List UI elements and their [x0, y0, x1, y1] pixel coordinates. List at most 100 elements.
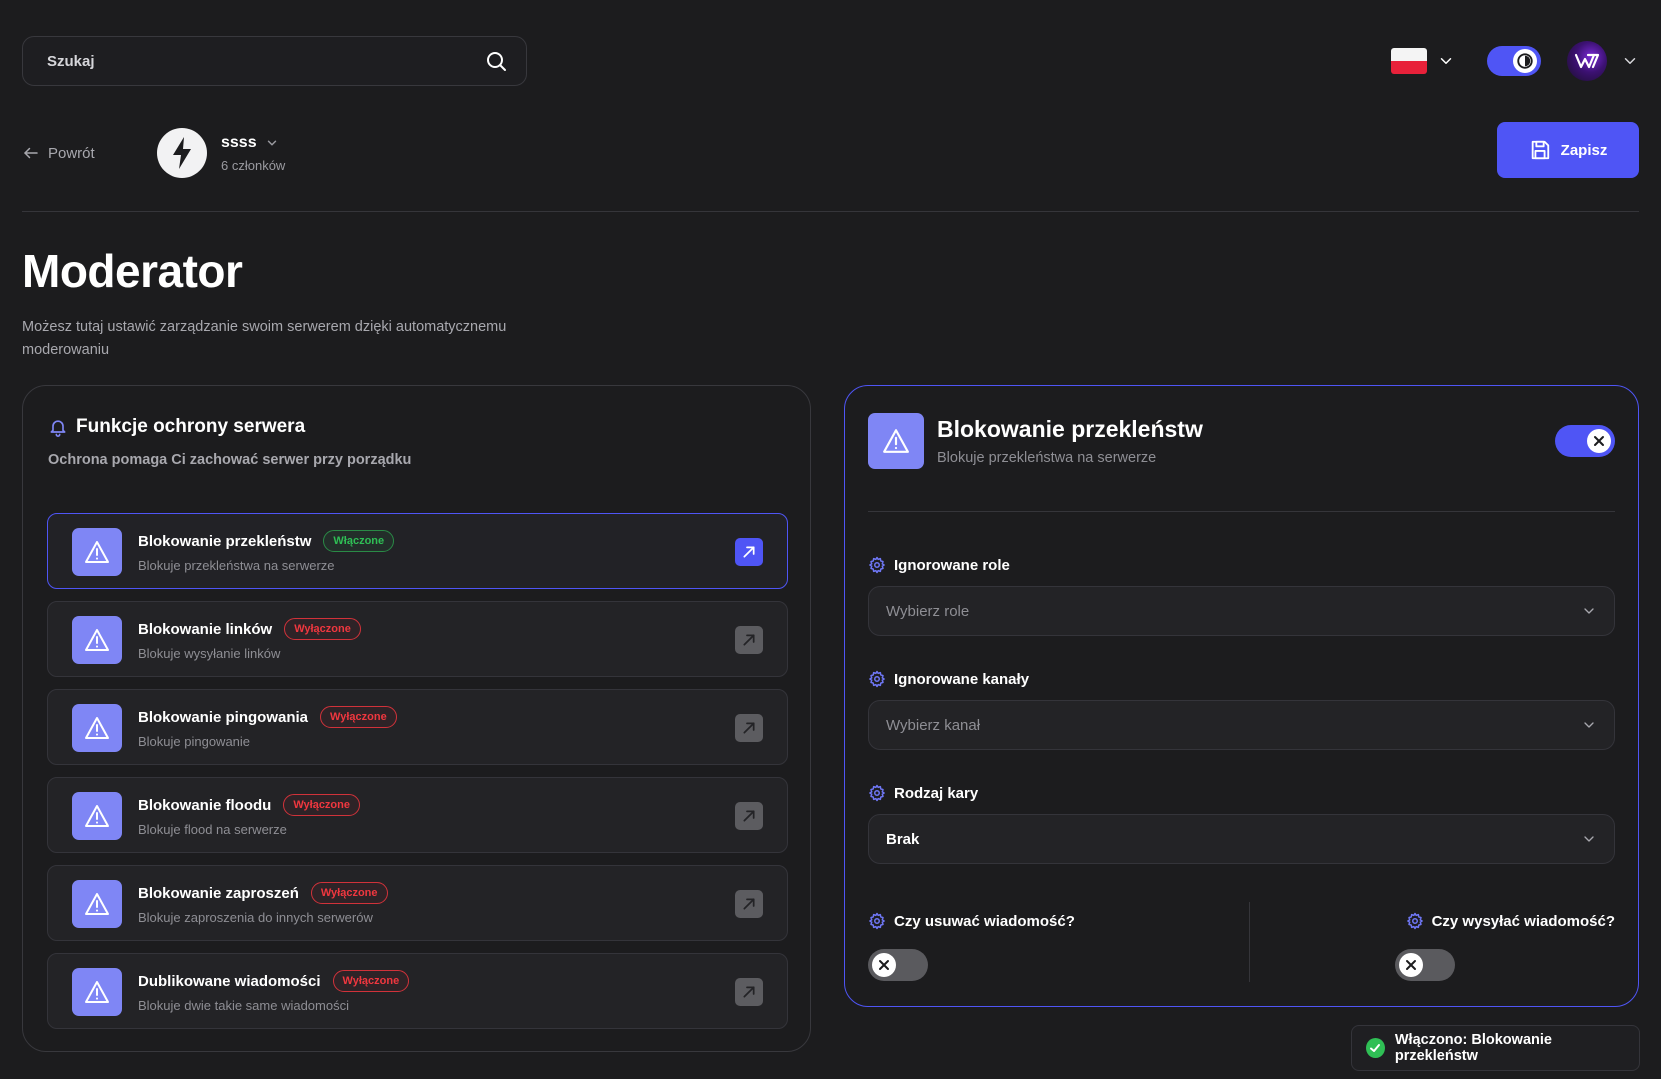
page-title: Moderator	[22, 245, 243, 297]
chevron-down-icon	[1440, 58, 1452, 64]
detail-title: Blokowanie przekleństw	[937, 416, 1203, 442]
user-menu[interactable]	[1567, 41, 1639, 81]
gear-icon	[1406, 912, 1423, 930]
options-divider	[1249, 902, 1250, 982]
delete-message-label: Czy usuwać wiadomość?	[894, 912, 1075, 930]
arrow-up-right-icon	[743, 546, 755, 558]
arrow-up-right-icon	[743, 986, 755, 998]
feature-description: Blokuje wysyłanie linków	[138, 646, 281, 661]
send-message-label: Czy wysyłać wiadomość?	[1431, 912, 1615, 930]
feature-item-invite-block[interactable]: Blokowanie zaproszeń Wyłączone Blokuje z…	[47, 865, 788, 941]
punishment-label: Rodzaj kary	[894, 784, 979, 802]
open-feature-button[interactable]	[735, 714, 763, 742]
language-selector[interactable]	[1391, 48, 1455, 74]
feature-name-row: Blokowanie floodu Wyłączone	[138, 794, 360, 816]
close-icon	[1399, 953, 1423, 977]
chevron-down-icon	[267, 140, 276, 145]
open-feature-button[interactable]	[735, 538, 763, 566]
feature-name-row: Blokowanie przekleństw Włączone	[138, 530, 395, 552]
server-name: ssss	[221, 133, 257, 151]
search-bar[interactable]	[22, 36, 527, 86]
search-icon[interactable]	[484, 49, 508, 73]
search-input[interactable]	[47, 52, 484, 70]
warning-triangle-icon	[868, 413, 924, 469]
close-icon	[1587, 429, 1611, 453]
poland-flag-icon	[1391, 48, 1427, 74]
warning-triangle-icon	[72, 880, 122, 928]
gear-icon	[869, 670, 885, 688]
save-label: Zapisz	[1560, 141, 1608, 159]
feature-item-duplicate-block[interactable]: Dublikowane wiadomości Wyłączone Blokuje…	[47, 953, 788, 1029]
feature-description: Blokuje zaproszenia do innych serwerów	[138, 910, 373, 925]
feature-list: Blokowanie przekleństw Włączone Blokuje …	[47, 513, 788, 1041]
protection-title-row: Funkcje ochrony serwera	[48, 416, 305, 438]
feature-item-ping-block[interactable]: Blokowanie pingowania Wyłączone Blokuje …	[47, 689, 788, 765]
feature-name-row: Dublikowane wiadomości Wyłączone	[138, 970, 410, 992]
feature-name-row: Blokowanie zaproszeń Wyłączone	[138, 882, 388, 904]
protection-features-card: Funkcje ochrony serwera Ochrona pomaga C…	[22, 385, 811, 1052]
status-badge: Wyłączone	[320, 706, 397, 728]
feature-description: Blokuje pingowanie	[138, 734, 251, 749]
arrow-up-right-icon	[743, 634, 755, 646]
feature-name-row: Blokowanie pingowania Wyłączone	[138, 706, 397, 728]
feature-name-row: Blokowanie linków Wyłączone	[138, 618, 361, 640]
feature-description: Blokuje dwie takie same wiadomości	[138, 998, 349, 1013]
gear-icon	[869, 784, 885, 802]
feature-name: Blokowanie linków	[138, 620, 273, 638]
back-link[interactable]: Powrót	[22, 144, 95, 162]
page-description: Możesz tutaj ustawić zarządzanie swoim s…	[22, 319, 507, 358]
status-badge: Wyłączone	[332, 970, 410, 992]
chevron-down-icon	[1584, 836, 1594, 842]
chevron-down-icon	[1624, 58, 1636, 64]
ignored-roles-label-row: Ignorowane role	[868, 556, 1010, 574]
theme-toggle-icon	[1513, 49, 1537, 73]
punishment-value: Brak	[886, 830, 920, 848]
feature-text: Blokowanie linków Wyłączone Blokuje wysy…	[138, 618, 361, 661]
arrow-left-icon	[24, 147, 38, 159]
status-badge: Wyłączone	[284, 618, 361, 640]
chevron-down-icon	[1584, 722, 1594, 728]
feature-detail-card: Blokowanie przekleństw Blokuje przekleńs…	[844, 385, 1639, 1007]
feature-enable-toggle[interactable]	[1555, 425, 1615, 457]
header-divider	[22, 211, 1639, 212]
open-feature-button[interactable]	[735, 890, 763, 918]
feature-text: Blokowanie zaproszeń Wyłączone Blokuje z…	[138, 882, 388, 925]
feature-name: Blokowanie floodu	[138, 796, 272, 814]
feature-name: Blokowanie przekleństw	[138, 532, 312, 550]
toast-text: Włączono: Blokowanie przekleństw	[1394, 1032, 1552, 1064]
delete-message-label-row: Czy usuwać wiadomość?	[868, 912, 1075, 930]
moderator-page: Powrót ssss 6 członków Zapisz Moderator …	[0, 0, 1661, 1079]
warning-triangle-icon	[72, 792, 122, 840]
server-name-row: ssss	[221, 134, 285, 152]
ignored-channels-label: Ignorowane kanały	[894, 670, 1030, 688]
punishment-label-row: Rodzaj kary	[868, 784, 978, 802]
open-feature-button[interactable]	[735, 978, 763, 1006]
detail-divider	[868, 511, 1615, 512]
feature-name: Blokowanie pingowania	[138, 708, 309, 726]
bell-icon	[50, 420, 66, 437]
detail-subtitle: Blokuje przekleństwa na serwerze	[937, 450, 1157, 466]
server-selector[interactable]: ssss 6 członków	[157, 128, 285, 178]
save-button[interactable]: Zapisz	[1497, 122, 1639, 178]
arrow-up-right-icon	[743, 810, 755, 822]
feature-description: Blokuje przekleństwa na serwerze	[138, 558, 335, 573]
feature-item-link-block[interactable]: Blokowanie linków Wyłączone Blokuje wysy…	[47, 601, 788, 677]
toast-notification: Włączono: Blokowanie przekleństw	[1351, 1025, 1640, 1071]
feature-item-flood-block[interactable]: Blokowanie floodu Wyłączone Blokuje floo…	[47, 777, 788, 853]
send-message-toggle[interactable]	[1395, 949, 1455, 981]
delete-message-toggle[interactable]	[868, 949, 928, 981]
open-feature-button[interactable]	[735, 802, 763, 830]
punishment-select[interactable]: Brak	[868, 814, 1615, 864]
ignored-channels-select[interactable]: Wybierz kanał	[868, 700, 1615, 750]
lightning-icon	[157, 128, 207, 178]
feature-item-swear-block[interactable]: Blokowanie przekleństw Włączone Blokuje …	[47, 513, 788, 589]
theme-toggle[interactable]	[1487, 46, 1541, 76]
ignored-roles-select[interactable]: Wybierz role	[868, 586, 1615, 636]
topbar-controls	[1391, 40, 1639, 82]
warning-triangle-icon	[72, 968, 122, 1016]
feature-text: Dublikowane wiadomości Wyłączone Blokuje…	[138, 970, 410, 1013]
avatar	[1567, 41, 1607, 81]
protection-subtitle: Ochrona pomaga Ci zachować serwer przy p…	[48, 452, 412, 468]
open-feature-button[interactable]	[735, 626, 763, 654]
ignored-roles-label: Ignorowane role	[894, 556, 1010, 574]
